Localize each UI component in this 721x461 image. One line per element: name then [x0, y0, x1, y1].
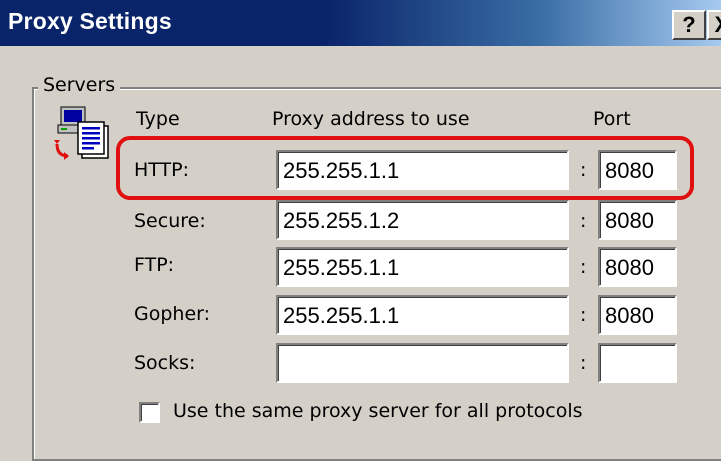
ftp-label: FTP: — [134, 254, 175, 276]
gopher-port-input[interactable]: 8080 — [598, 295, 677, 335]
ftp-port-input[interactable]: 8080 — [598, 247, 677, 287]
http-label: HTTP: — [134, 159, 190, 181]
title-bar: Proxy Settings ? X — [0, 0, 721, 46]
socks-port-separator: : — [580, 352, 587, 374]
close-button[interactable]: X — [707, 10, 721, 40]
column-header-port: Port — [593, 108, 631, 130]
secure-port-input[interactable]: 8080 — [598, 200, 677, 240]
http-port-input[interactable]: 8080 — [598, 150, 677, 190]
http-port-separator: : — [580, 159, 587, 181]
socks-port-input[interactable] — [598, 343, 677, 383]
ftp-port-separator: : — [580, 256, 587, 278]
secure-address-input[interactable]: 255.255.1.2 — [276, 200, 569, 240]
window-title: Proxy Settings — [8, 8, 172, 34]
gopher-port-separator: : — [580, 304, 587, 326]
http-address-input[interactable]: 255.255.1.1 — [276, 150, 569, 190]
secure-label: Secure: — [134, 210, 206, 232]
column-header-address: Proxy address to use — [272, 108, 470, 130]
servers-group-label: Servers — [38, 74, 121, 96]
network-computer-icon — [54, 106, 109, 160]
same-proxy-checkbox[interactable] — [139, 402, 160, 423]
ftp-address-input[interactable]: 255.255.1.1 — [276, 247, 569, 287]
socks-label: Socks: — [134, 352, 196, 374]
gopher-label: Gopher: — [134, 303, 211, 325]
help-button[interactable]: ? — [672, 10, 706, 40]
secure-port-separator: : — [580, 210, 587, 232]
column-header-type: Type — [136, 108, 180, 130]
gopher-address-input[interactable]: 255.255.1.1 — [276, 295, 569, 335]
same-proxy-label[interactable]: Use the same proxy server for all protoc… — [173, 400, 583, 422]
socks-address-input[interactable] — [276, 343, 569, 383]
